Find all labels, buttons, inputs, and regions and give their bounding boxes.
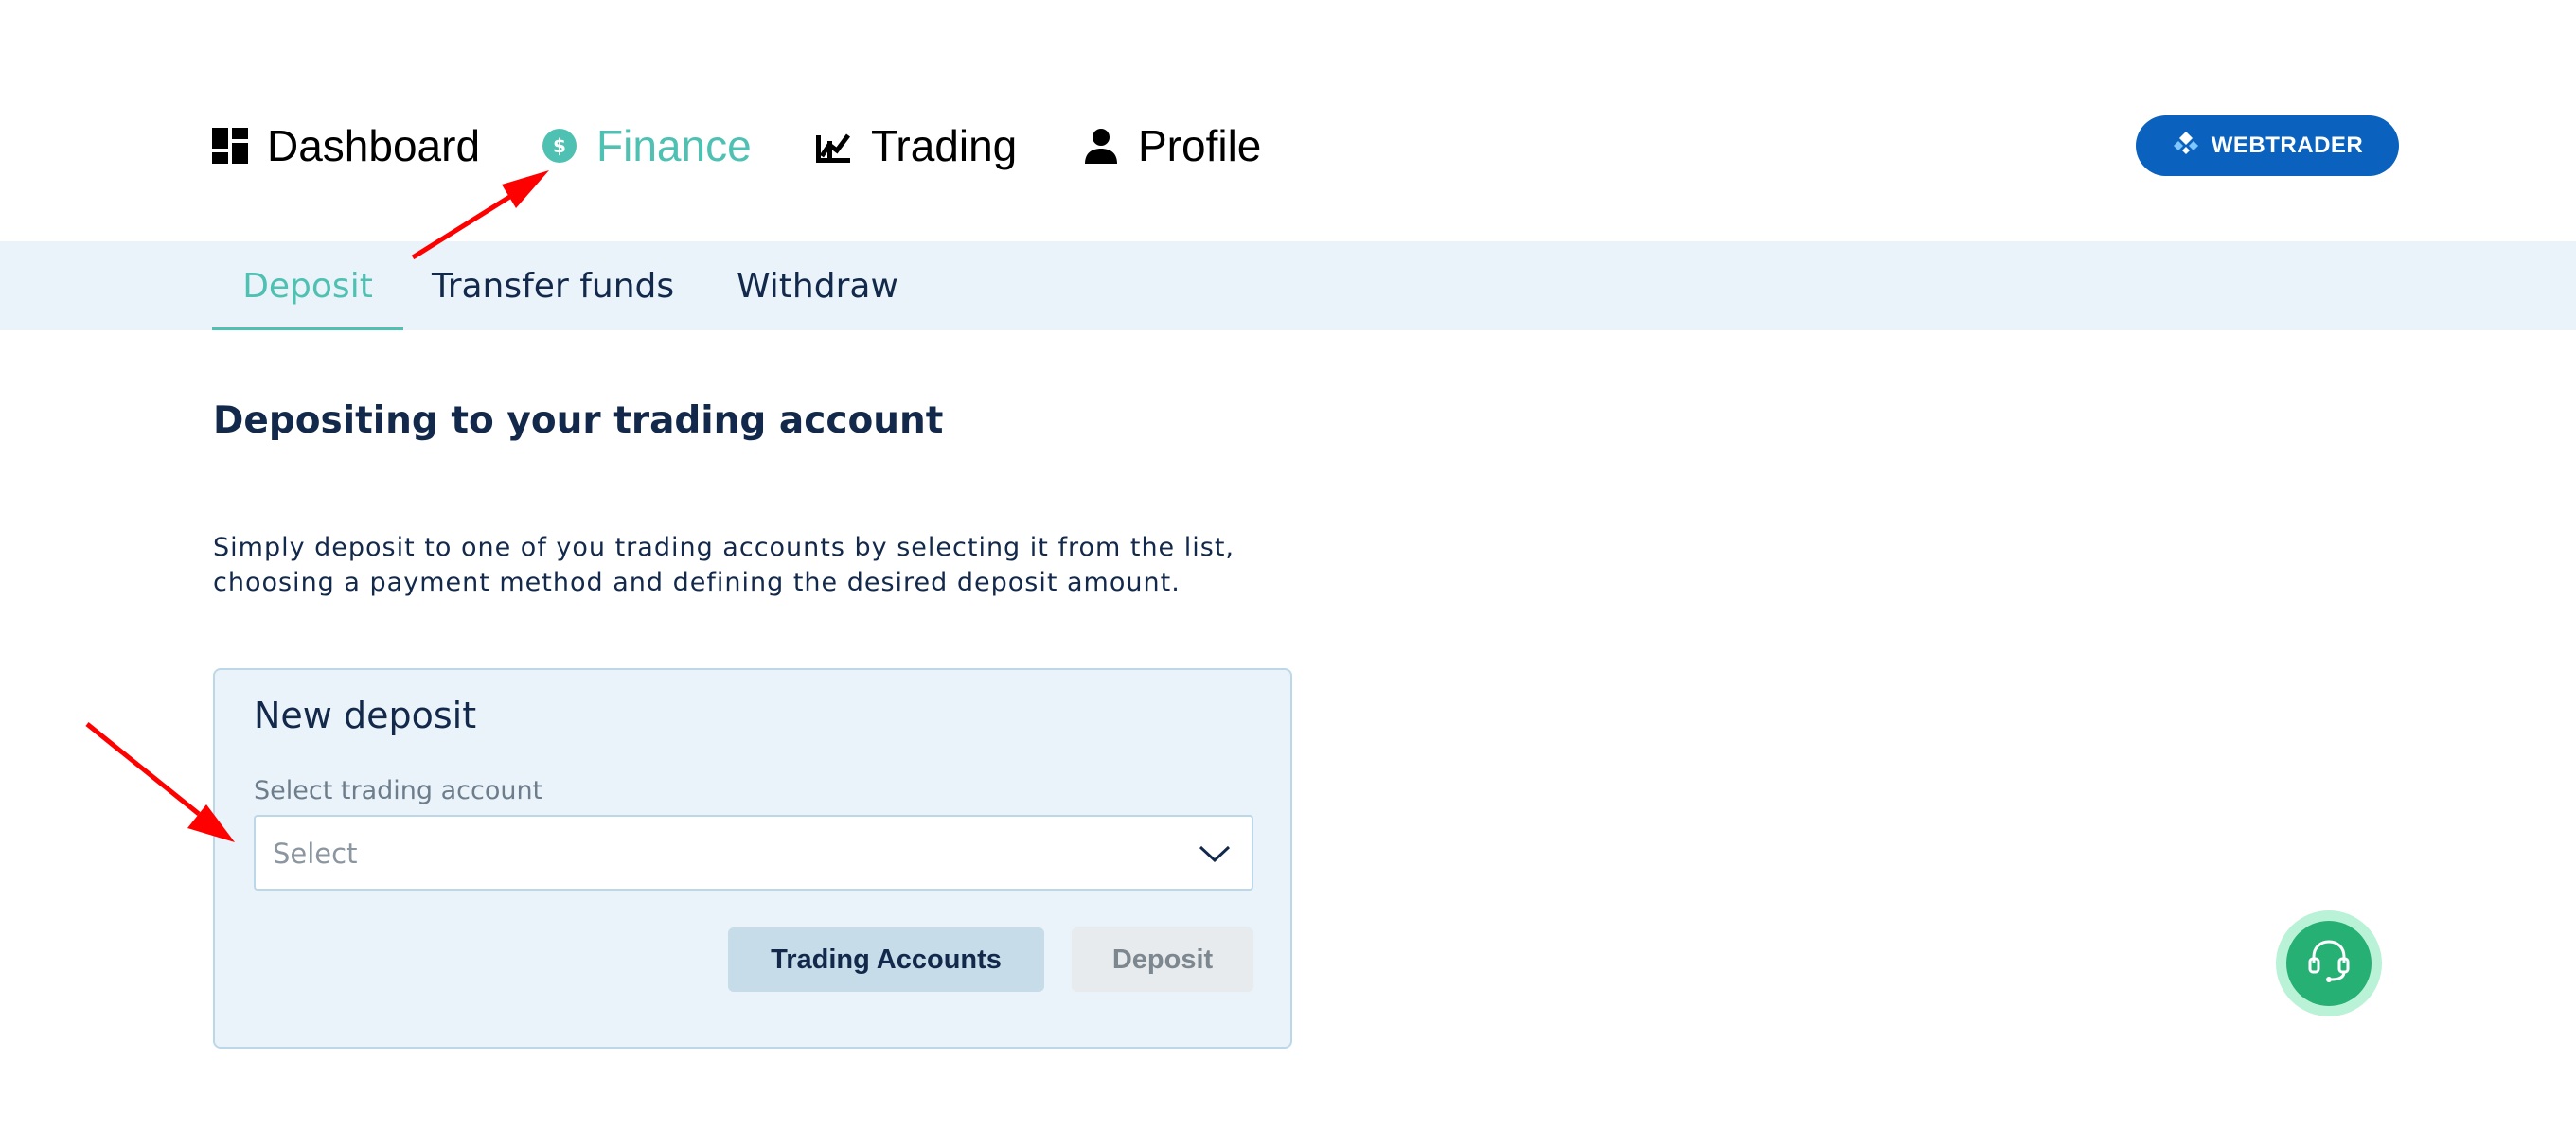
card-title: New deposit	[254, 695, 477, 736]
chevron-down-icon	[1199, 843, 1231, 868]
dashboard-icon	[212, 128, 248, 164]
select-placeholder: Select	[273, 838, 358, 870]
intro-line-1: Simply deposit to one of you trading acc…	[213, 533, 1235, 562]
nav-label-dashboard: Dashboard	[267, 121, 481, 170]
new-deposit-card: New deposit Select trading account Selec…	[213, 668, 1292, 1049]
svg-text:$: $	[553, 134, 566, 157]
nav-item-dashboard[interactable]: Dashboard	[212, 112, 480, 180]
webtrader-label: WEBTRADER	[2211, 132, 2364, 158]
intro-text: Simply deposit to one of you trading acc…	[213, 530, 1444, 600]
nav-item-finance[interactable]: $ Finance	[542, 112, 752, 180]
webtrader-logo-icon	[2172, 130, 2200, 162]
nav-item-profile[interactable]: Profile	[1083, 112, 1261, 180]
intro-line-2: choosing a payment method and defining t…	[213, 568, 1181, 597]
page-title: Depositing to your trading account	[213, 399, 944, 442]
top-navigation: Dashboard $ Finance Trading Profile WEBT…	[0, 0, 2576, 241]
deposit-button[interactable]: Deposit	[1072, 927, 1253, 992]
tab-withdraw[interactable]: Withdraw	[737, 241, 898, 330]
nav-item-trading[interactable]: Trading	[814, 112, 1017, 180]
nav-label-finance: Finance	[596, 121, 752, 170]
support-chat-button[interactable]	[2276, 910, 2382, 1016]
trading-accounts-button[interactable]: Trading Accounts	[728, 927, 1044, 992]
nav-label-profile: Profile	[1138, 121, 1262, 170]
headset-icon	[2306, 938, 2352, 989]
dollar-circle-icon: $	[542, 128, 577, 164]
webtrader-button[interactable]: WEBTRADER	[2136, 115, 2399, 176]
nav-label-trading: Trading	[871, 121, 1018, 170]
chart-icon	[814, 128, 852, 164]
tab-deposit[interactable]: Deposit	[212, 241, 403, 330]
support-button-inner	[2286, 921, 2372, 1006]
select-account-label: Select trading account	[254, 776, 543, 805]
tab-transfer-funds[interactable]: Transfer funds	[432, 241, 674, 330]
trading-account-select[interactable]: Select	[254, 815, 1253, 891]
person-icon	[1083, 128, 1119, 164]
finance-subnav: Deposit Transfer funds Withdraw	[0, 241, 2576, 330]
